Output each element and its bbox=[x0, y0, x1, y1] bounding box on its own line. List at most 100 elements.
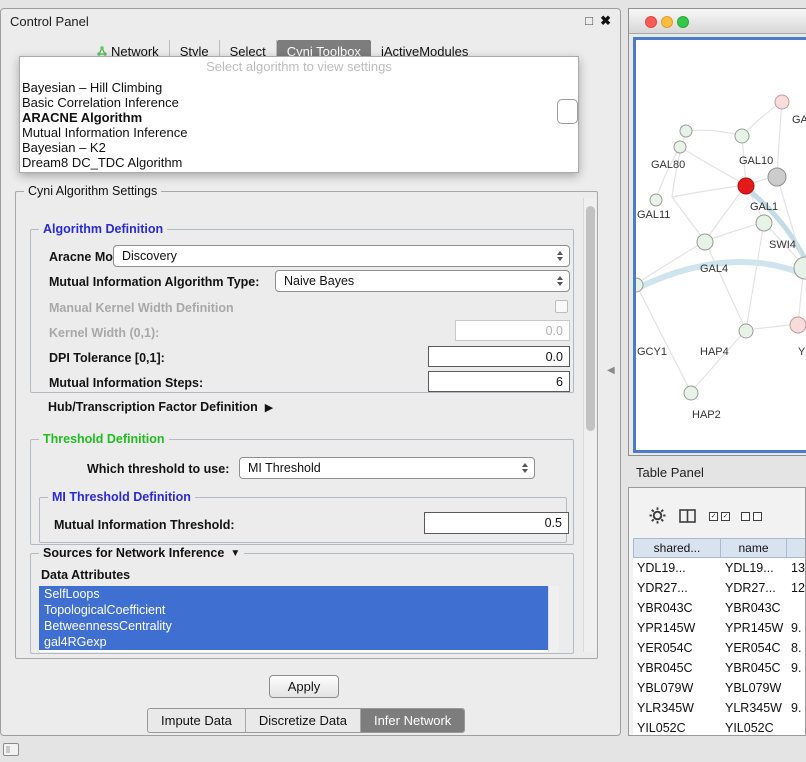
dpi-tolerance-value: 0.0 bbox=[546, 350, 563, 364]
table-row[interactable]: YDL19... YDL19... 13 bbox=[633, 558, 806, 578]
table-row[interactable]: YER054C YER054C 8. bbox=[633, 638, 806, 658]
cell-extra: 9. bbox=[787, 698, 806, 718]
dropdown-items: Bayesian – Hill Climbing Basic Correlati… bbox=[20, 80, 578, 170]
network-node[interactable] bbox=[794, 257, 806, 279]
settings-group-title: Cyni Algorithm Settings bbox=[24, 184, 161, 198]
cell-name: YIL052C bbox=[721, 718, 787, 736]
attribute-list-item[interactable]: gal4RGexp bbox=[39, 634, 548, 650]
data-attributes-list: SelfLoops TopologicalCoefficient Between… bbox=[39, 586, 559, 652]
which-threshold-select[interactable]: MI Threshold bbox=[239, 457, 535, 479]
table-row[interactable]: YBL079W YBL079W bbox=[633, 678, 806, 698]
cell-name: YER054C bbox=[721, 638, 787, 658]
mi-steps-label: Mutual Information Steps: bbox=[49, 376, 203, 390]
minimize-button[interactable] bbox=[661, 16, 673, 28]
table-row[interactable]: YLR345W YLR345W 9. bbox=[633, 698, 806, 718]
table-row[interactable]: YBR043C YBR043C bbox=[633, 598, 806, 618]
cyni-algorithm-settings-group: Cyni Algorithm Settings Algorithm Defini… bbox=[15, 191, 598, 659]
table-header-shared-name[interactable]: shared... bbox=[633, 538, 721, 558]
column-visibility-icon[interactable] bbox=[679, 509, 696, 526]
mi-threshold-group: MI Threshold Definition Mutual Informati… bbox=[39, 497, 567, 543]
cell-name: YDL19... bbox=[721, 558, 787, 578]
cell-name: YBR043C bbox=[721, 598, 787, 618]
kernel-width-field: 0.0 bbox=[455, 320, 570, 341]
sources-group-header[interactable]: Sources for Network Inference ▼ bbox=[39, 546, 244, 560]
sources-group-title: Sources for Network Inference bbox=[43, 546, 224, 560]
tab-discretize-data[interactable]: Discretize Data bbox=[246, 709, 361, 732]
network-node[interactable] bbox=[650, 194, 662, 206]
settings-scrollbar[interactable] bbox=[583, 198, 596, 652]
mi-steps-field[interactable]: 6 bbox=[428, 371, 570, 392]
apply-button[interactable]: Apply bbox=[269, 675, 339, 698]
attribute-list-item[interactable]: SelfLoops bbox=[39, 586, 548, 602]
network-node[interactable] bbox=[684, 386, 698, 400]
node-label: GAL4 bbox=[700, 263, 728, 275]
table-panel-title: Table Panel bbox=[636, 465, 704, 480]
network-node[interactable] bbox=[756, 215, 772, 231]
cell-extra: 9. bbox=[787, 658, 806, 678]
dropdown-item[interactable]: Bayesian – Hill Climbing bbox=[20, 80, 578, 95]
scrollbar-thumb[interactable] bbox=[586, 206, 595, 431]
table-header-extra[interactable] bbox=[787, 538, 806, 558]
restore-panel-icon[interactable] bbox=[3, 743, 19, 756]
table-row[interactable]: YDR27... YDR27... 12 bbox=[633, 578, 806, 598]
network-canvas[interactable]: GAL80 GAL10 GAL11 GAL1 SWI4 GAL4 GCY1 HA… bbox=[633, 37, 806, 453]
dropdown-item[interactable]: Basic Correlation Inference bbox=[20, 95, 578, 110]
threshold-definition-title: Threshold Definition bbox=[39, 432, 169, 446]
network-node[interactable] bbox=[735, 129, 749, 143]
table-header-name[interactable]: name bbox=[721, 538, 787, 558]
network-node[interactable] bbox=[790, 317, 806, 333]
splitter-collapse-icon[interactable]: ◀ bbox=[607, 365, 615, 376]
cell-extra: 12 bbox=[787, 578, 806, 598]
mi-threshold-field[interactable]: 0.5 bbox=[424, 512, 569, 534]
network-node[interactable] bbox=[768, 168, 786, 186]
attribute-list-scrollbar[interactable] bbox=[548, 586, 559, 652]
table-settings-gear-icon[interactable] bbox=[649, 507, 666, 527]
network-node[interactable] bbox=[739, 324, 753, 338]
select-all-icon[interactable]: ✓✓ bbox=[709, 512, 730, 521]
aracne-mode-select[interactable]: Discovery bbox=[113, 245, 570, 267]
network-node[interactable] bbox=[697, 234, 713, 250]
node-label: HAP2 bbox=[692, 409, 721, 421]
dpi-tolerance-field[interactable]: 0.0 bbox=[428, 346, 570, 367]
hub-definition-expander[interactable]: Hub/Transcription Factor Definition ▶ bbox=[48, 400, 273, 414]
close-button[interactable] bbox=[645, 16, 657, 28]
network-node[interactable] bbox=[775, 95, 789, 109]
cell-extra bbox=[787, 718, 806, 736]
dropdown-item[interactable]: Mutual Information Inference bbox=[20, 125, 578, 140]
mi-algorithm-type-select[interactable]: Naive Bayes bbox=[275, 270, 570, 292]
table-row[interactable]: YPR145W YPR145W 9. bbox=[633, 618, 806, 638]
network-node[interactable] bbox=[680, 125, 692, 137]
attribute-list-item[interactable]: TopologicalCoefficient bbox=[39, 602, 548, 618]
algorithm-dropdown-popup: Select algorithm to view settings Bayesi… bbox=[19, 56, 579, 173]
cell-shared-name: YLR345W bbox=[633, 698, 721, 718]
float-window-icon[interactable]: □ bbox=[585, 13, 593, 28]
network-graph[interactable]: GAL80 GAL10 GAL11 GAL1 SWI4 GAL4 GCY1 HA… bbox=[636, 40, 806, 450]
dropdown-item[interactable]: Bayesian – K2 bbox=[20, 140, 578, 155]
cell-name: YBL079W bbox=[721, 678, 787, 698]
table-row[interactable]: YIL052C YIL052C bbox=[633, 718, 806, 736]
network-view-window: GAL80 GAL10 GAL11 GAL1 SWI4 GAL4 GCY1 HA… bbox=[628, 8, 806, 456]
mi-algorithm-type-value: Naive Bayes bbox=[284, 274, 354, 288]
attribute-list-item[interactable]: BetweennessCentrality bbox=[39, 618, 548, 634]
dpi-tolerance-label: DPI Tolerance [0,1]: bbox=[49, 351, 165, 365]
network-window-titlebar[interactable] bbox=[629, 9, 806, 34]
deselect-all-icon[interactable] bbox=[741, 512, 762, 521]
network-node-highlighted[interactable] bbox=[738, 178, 754, 194]
node-label: HAP4 bbox=[700, 346, 729, 358]
tab-infer-network[interactable]: Infer Network bbox=[361, 709, 464, 732]
cell-extra bbox=[787, 598, 806, 618]
dropdown-item-selected[interactable]: ARACNE Algorithm bbox=[20, 110, 578, 125]
network-node[interactable] bbox=[674, 141, 686, 153]
cell-name: YLR345W bbox=[721, 698, 787, 718]
algorithm-combobox-fragment[interactable] bbox=[557, 99, 578, 124]
cell-shared-name: YDR27... bbox=[633, 578, 721, 598]
manual-kernel-width-checkbox bbox=[555, 300, 568, 313]
combo-arrows-icon bbox=[557, 276, 563, 286]
cell-name: YBR045C bbox=[721, 658, 787, 678]
close-panel-icon[interactable]: ✖ bbox=[600, 13, 611, 29]
zoom-button[interactable] bbox=[677, 16, 689, 28]
tab-impute-data[interactable]: Impute Data bbox=[148, 709, 246, 732]
dropdown-item[interactable]: Dream8 DC_TDC Algorithm bbox=[20, 155, 578, 170]
table-row[interactable]: YBR045C YBR045C 9. bbox=[633, 658, 806, 678]
node-label: GAL1 bbox=[750, 201, 778, 213]
